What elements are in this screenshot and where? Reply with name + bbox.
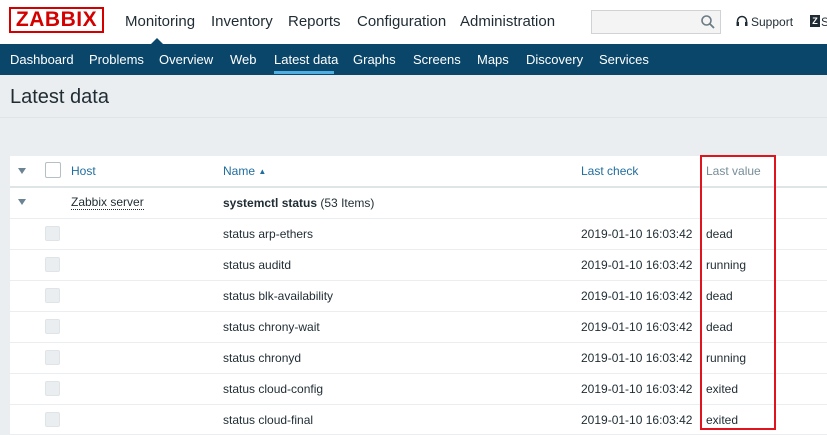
row-checkbox[interactable] bbox=[45, 350, 60, 365]
top-bar: ZABBIX Monitoring Inventory Reports Conf… bbox=[0, 0, 827, 45]
share-icon[interactable]: Z bbox=[810, 15, 820, 27]
select-all-checkbox[interactable] bbox=[45, 162, 61, 178]
page-title: Latest data bbox=[10, 86, 109, 108]
item-last-check: 2019-01-10 16:03:42 bbox=[581, 351, 693, 365]
row-checkbox[interactable] bbox=[45, 257, 60, 272]
subnav-web[interactable]: Web bbox=[230, 52, 257, 67]
item-last-check: 2019-01-10 16:03:42 bbox=[581, 382, 693, 396]
support-link[interactable]: Support bbox=[751, 15, 793, 29]
subnav-services[interactable]: Services bbox=[599, 52, 649, 67]
nav-inventory[interactable]: Inventory bbox=[211, 13, 273, 30]
nav-reports[interactable]: Reports bbox=[288, 13, 341, 30]
column-name[interactable]: Name ▲ bbox=[223, 164, 266, 178]
sort-asc-icon: ▲ bbox=[258, 167, 267, 176]
collapse-all-icon[interactable] bbox=[18, 168, 26, 174]
subnav-problems[interactable]: Problems bbox=[89, 52, 144, 67]
item-name: status blk-availability bbox=[223, 289, 334, 303]
column-host[interactable]: Host bbox=[71, 164, 96, 178]
application-name: systemctl status (53 Items) bbox=[223, 196, 374, 210]
subnav-screens[interactable]: Screens bbox=[413, 52, 461, 67]
item-name: status chronyd bbox=[223, 351, 302, 365]
row-checkbox[interactable] bbox=[45, 288, 60, 303]
item-last-check: 2019-01-10 16:03:42 bbox=[581, 413, 693, 427]
nav-configuration[interactable]: Configuration bbox=[357, 13, 446, 30]
search-icon[interactable] bbox=[700, 14, 716, 30]
sub-nav: Dashboard Problems Overview Web Latest d… bbox=[0, 44, 827, 75]
title-area: Latest data bbox=[0, 75, 827, 118]
column-last-check[interactable]: Last check bbox=[581, 164, 638, 178]
nav-administration[interactable]: Administration bbox=[460, 13, 555, 30]
zabbix-logo[interactable]: ZABBIX bbox=[9, 7, 104, 33]
subnav-graphs[interactable]: Graphs bbox=[353, 52, 396, 67]
row-checkbox[interactable] bbox=[45, 226, 60, 241]
collapse-group-icon[interactable] bbox=[18, 199, 26, 205]
row-checkbox[interactable] bbox=[45, 412, 60, 427]
row-checkbox[interactable] bbox=[45, 381, 60, 396]
item-last-check: 2019-01-10 16:03:42 bbox=[581, 289, 693, 303]
application-title: systemctl status bbox=[223, 196, 318, 210]
last-value-highlight-box bbox=[700, 155, 776, 430]
application-item-count: (53 Items) bbox=[320, 196, 375, 210]
subnav-discovery[interactable]: Discovery bbox=[526, 52, 583, 67]
host-link[interactable]: Zabbix server bbox=[71, 195, 144, 210]
column-name-label: Name bbox=[223, 164, 256, 178]
subnav-overview[interactable]: Overview bbox=[159, 52, 213, 67]
item-last-check: 2019-01-10 16:03:42 bbox=[581, 227, 693, 241]
share-link[interactable]: S bbox=[821, 15, 827, 29]
item-last-check: 2019-01-10 16:03:42 bbox=[581, 320, 693, 334]
item-last-check: 2019-01-10 16:03:42 bbox=[581, 258, 693, 272]
item-name: status arp-ethers bbox=[223, 227, 314, 241]
item-name: status cloud-config bbox=[223, 382, 324, 396]
item-name: status auditd bbox=[223, 258, 292, 272]
subnav-maps[interactable]: Maps bbox=[477, 52, 509, 67]
item-name: status cloud-final bbox=[223, 413, 314, 427]
row-checkbox[interactable] bbox=[45, 319, 60, 334]
subnav-latest-data[interactable]: Latest data bbox=[274, 52, 338, 67]
nav-monitoring[interactable]: Monitoring bbox=[125, 13, 195, 30]
active-subnav-underline bbox=[274, 71, 334, 74]
subnav-dashboard[interactable]: Dashboard bbox=[10, 52, 74, 67]
item-name: status chrony-wait bbox=[223, 320, 320, 334]
headset-icon[interactable] bbox=[736, 15, 748, 29]
